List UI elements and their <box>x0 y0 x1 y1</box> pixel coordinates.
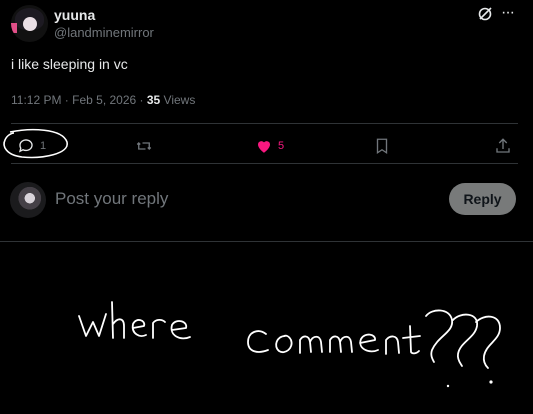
more-options-icon[interactable]: ··· <box>501 4 515 22</box>
share-action[interactable] <box>494 136 512 156</box>
divider <box>11 163 518 164</box>
divider <box>11 123 518 124</box>
handwritten-annotation <box>78 301 501 388</box>
post-text: i like sleeping in vc <box>11 56 128 72</box>
current-user-avatar <box>10 182 46 218</box>
author-avatar[interactable] <box>11 5 48 42</box>
post-timestamp[interactable]: 11:12 PM · Feb 5, 2026 · <box>11 93 147 107</box>
divider <box>0 241 533 242</box>
views-label: Views <box>160 93 196 107</box>
bookmark-action[interactable] <box>373 136 391 156</box>
post: yuuna @landminemirror ··· i like sleepin… <box>0 0 533 242</box>
post-meta: 11:12 PM · Feb 5, 2026 · 35 Views <box>11 93 195 107</box>
like-count: 5 <box>278 140 285 152</box>
repost-action[interactable] <box>135 136 153 156</box>
views-count: 35 <box>146 93 161 107</box>
reply-input[interactable]: Post your reply <box>55 189 168 209</box>
author-handle[interactable]: @landminemirror <box>54 25 154 40</box>
reply-button[interactable]: Reply <box>449 183 516 215</box>
grok-icon[interactable] <box>477 6 493 22</box>
handdrawn-circle <box>3 128 68 159</box>
like-action[interactable]: 5 <box>255 136 284 156</box>
share-icon <box>496 138 510 153</box>
repost-icon <box>136 142 152 150</box>
heart-filled-icon <box>258 141 270 153</box>
author-name[interactable]: yuuna <box>54 7 95 23</box>
bookmark-icon <box>376 138 388 155</box>
